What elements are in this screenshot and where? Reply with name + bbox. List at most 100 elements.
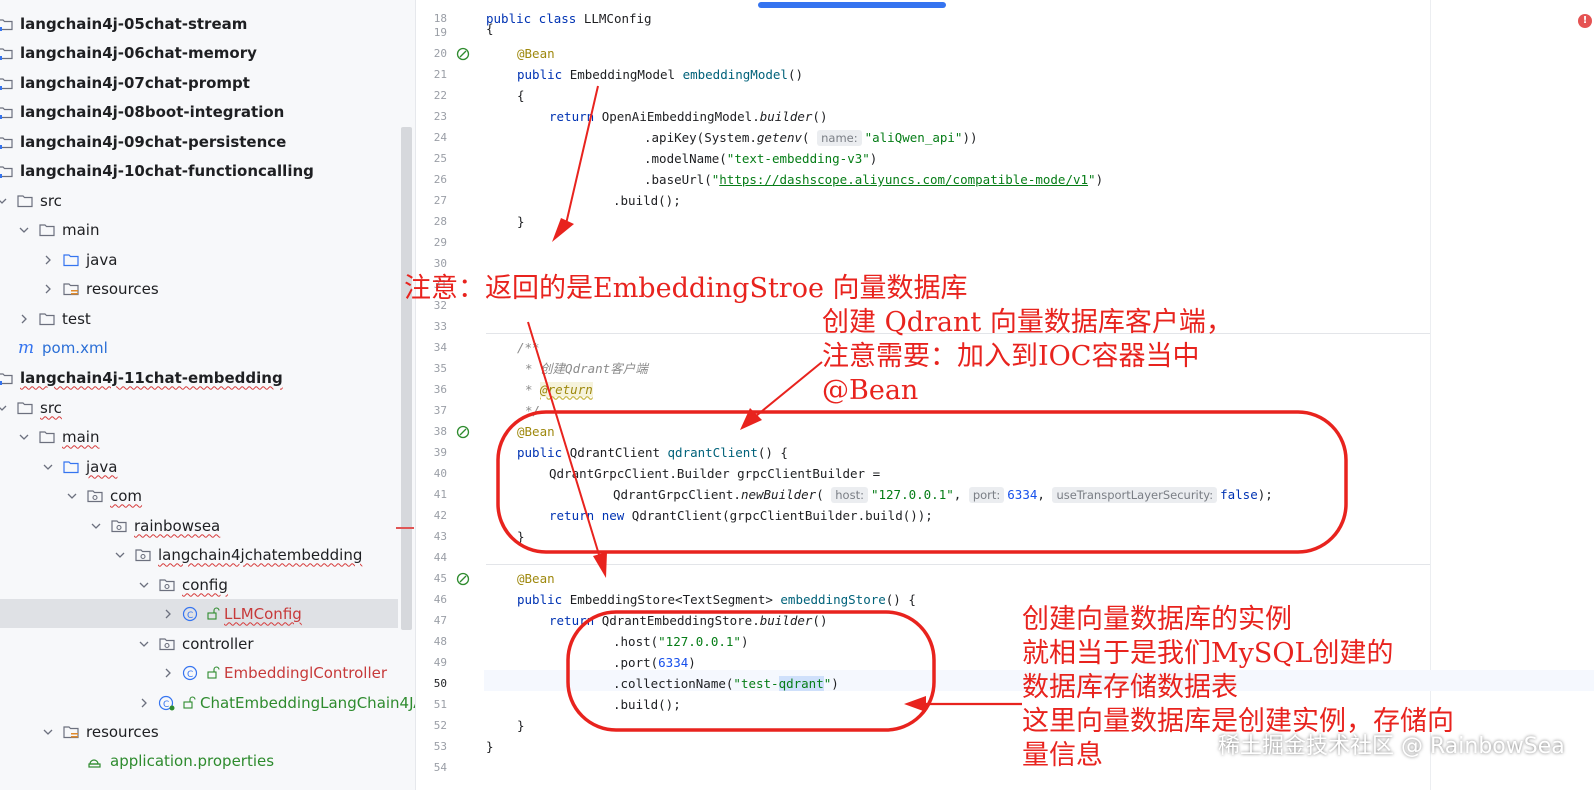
chevron-right-icon[interactable] xyxy=(42,283,54,295)
code-text: () xyxy=(787,67,803,82)
chevron-right-icon[interactable] xyxy=(162,667,174,679)
annotation-line: 创建向量数据库的实例 xyxy=(1022,604,1292,635)
tree-item-test[interactable]: test xyxy=(18,304,415,333)
code-keyword: false xyxy=(1220,487,1258,502)
tree-item-label: test xyxy=(62,309,91,328)
tree-item-class[interactable]: C ChatEmbeddingLangChain4JA xyxy=(138,688,415,717)
chevron-down-icon[interactable] xyxy=(90,520,102,532)
module-folder-icon xyxy=(0,163,14,179)
line-number: 45 xyxy=(433,572,447,585)
parameter-hint: host: xyxy=(831,487,868,503)
watermark: 稀土掘金技术社区 @ RainbowSea xyxy=(1218,734,1565,759)
code-method: embeddingModel xyxy=(682,67,788,82)
code-url-link[interactable]: https://dashscope.aliyuncs.com/compatibl… xyxy=(719,172,1088,187)
code-static-method: builder xyxy=(759,109,813,124)
tree-item-module[interactable]: langchain4j-10chat-functioncalling xyxy=(0,156,408,185)
folder-icon xyxy=(16,400,34,416)
annotation-line: 注意需要：加入到IOC容器当中 xyxy=(822,341,1200,372)
bean-gutter-icon[interactable] xyxy=(456,424,470,439)
tree-item-package[interactable]: controller xyxy=(138,629,415,658)
chevron-down-icon[interactable] xyxy=(0,402,8,414)
tree-item-class[interactable]: C EmbeddinglController xyxy=(162,658,415,687)
line-number: 27 xyxy=(433,194,447,207)
chevron-down-icon[interactable] xyxy=(18,224,30,236)
tree-item-label: resources xyxy=(86,722,159,741)
tree-item-package[interactable]: config xyxy=(138,570,415,599)
error-indicator-icon[interactable]: ! xyxy=(1578,14,1592,28)
tree-item-module[interactable]: langchain4j-08boot-integration xyxy=(0,97,408,126)
code-comment: */ xyxy=(525,403,541,418)
tree-item-module[interactable]: langchain4j-06chat-memory xyxy=(0,38,408,67)
tree-item-src[interactable]: src xyxy=(0,186,408,215)
chevron-down-icon[interactable] xyxy=(18,431,30,443)
chevron-right-icon[interactable] xyxy=(42,254,54,266)
code-text: , xyxy=(953,487,969,502)
class-icon: C xyxy=(182,665,200,681)
line-number: 53 xyxy=(433,740,447,753)
lock-icon xyxy=(206,665,220,681)
code-text: } xyxy=(517,214,525,229)
chevron-down-icon[interactable] xyxy=(42,461,54,473)
tree-item-java[interactable]: java xyxy=(42,245,415,274)
line-gutter: 18 19 20 21 22 23 24 25 26 27 28 29 30 3… xyxy=(416,0,484,790)
bean-gutter-icon[interactable] xyxy=(456,46,470,61)
svg-text:C: C xyxy=(163,700,169,710)
code-text: { xyxy=(517,88,525,103)
code-text: ); xyxy=(1257,487,1273,502)
module-folder-icon xyxy=(0,134,14,150)
tree-item-label: controller xyxy=(182,634,254,653)
bean-gutter-icon[interactable] xyxy=(456,571,470,586)
code-comment: * 创建Qdrant客户端 xyxy=(525,361,648,376)
tree-item-package[interactable]: rainbowsea xyxy=(90,511,415,540)
tree-item-module[interactable]: langchain4j-07chat-prompt xyxy=(0,68,408,97)
tree-item-properties[interactable]: application.properties xyxy=(86,746,415,775)
line-number: 43 xyxy=(433,530,447,543)
folder-icon xyxy=(38,222,56,238)
chevron-down-icon[interactable] xyxy=(114,549,126,561)
svg-text:C: C xyxy=(187,611,193,621)
tree-item-label: rainbowsea xyxy=(134,516,221,535)
annotation-line: 数据库存储数据表 xyxy=(1022,672,1238,703)
tree-item-package[interactable]: langchain4jchatembedding xyxy=(114,540,415,569)
tree-item-module[interactable]: langchain4j-11chat-embedding xyxy=(0,363,408,392)
code-text: QdrantEmbeddingStore. xyxy=(601,613,760,628)
code-line: /** xyxy=(517,337,540,358)
chevron-down-icon[interactable] xyxy=(66,490,78,502)
chevron-right-icon[interactable] xyxy=(18,313,30,325)
chevron-down-icon[interactable] xyxy=(42,726,54,738)
code-number: 6334 xyxy=(658,655,689,670)
code-line: @Bean xyxy=(517,568,555,589)
tree-item-package[interactable]: com xyxy=(66,481,415,510)
code-method: embeddingStore xyxy=(780,592,886,607)
tree-item-module[interactable]: langchain4j-05chat-stream xyxy=(0,9,408,38)
code-line: QdrantGrpcClient.Builder grpcClientBuild… xyxy=(549,463,880,484)
chevron-right-icon[interactable] xyxy=(162,608,174,620)
chevron-down-icon[interactable] xyxy=(0,195,8,207)
tree-item-main[interactable]: main xyxy=(18,215,415,244)
tree-item-pom[interactable]: m pom.xml xyxy=(18,333,415,362)
annotation-return-type: 注意：返回的是EmbeddingStroe 向量数据库 xyxy=(404,273,968,304)
sidebar-scrollbar[interactable] xyxy=(401,127,412,630)
tree-item-class-selected[interactable]: C LLMConfig xyxy=(0,599,398,628)
tree-item-module[interactable]: langchain4j-09chat-persistence xyxy=(0,127,408,156)
tree-item-main[interactable]: main xyxy=(18,422,415,451)
code-text: { xyxy=(486,22,494,36)
tree-item-java[interactable]: java xyxy=(42,452,415,481)
code-static-method: getenv xyxy=(756,130,803,145)
tree-item-resources[interactable]: resources xyxy=(42,274,415,303)
code-line: * 创建Qdrant客户端 xyxy=(525,358,648,379)
code-line: .build(); xyxy=(613,694,681,715)
chevron-down-icon[interactable] xyxy=(138,579,150,591)
chevron-down-icon[interactable] xyxy=(138,638,150,650)
code-annotation: @Bean xyxy=(517,424,555,439)
code-line: .baseUrl("https://dashscope.aliyuncs.com… xyxy=(644,169,1103,190)
code-text: } xyxy=(517,529,525,544)
class-icon: C xyxy=(182,606,200,622)
chevron-right-icon[interactable] xyxy=(138,697,150,709)
code-text: QdrantGrpcClient.Builder grpcClientBuild… xyxy=(549,466,881,481)
folder-icon xyxy=(38,429,56,445)
code-doc-tag: @return xyxy=(540,382,593,397)
line-number: 29 xyxy=(433,236,447,249)
tree-item-src[interactable]: src xyxy=(0,393,408,422)
tree-item-resources[interactable]: resources xyxy=(42,717,415,746)
